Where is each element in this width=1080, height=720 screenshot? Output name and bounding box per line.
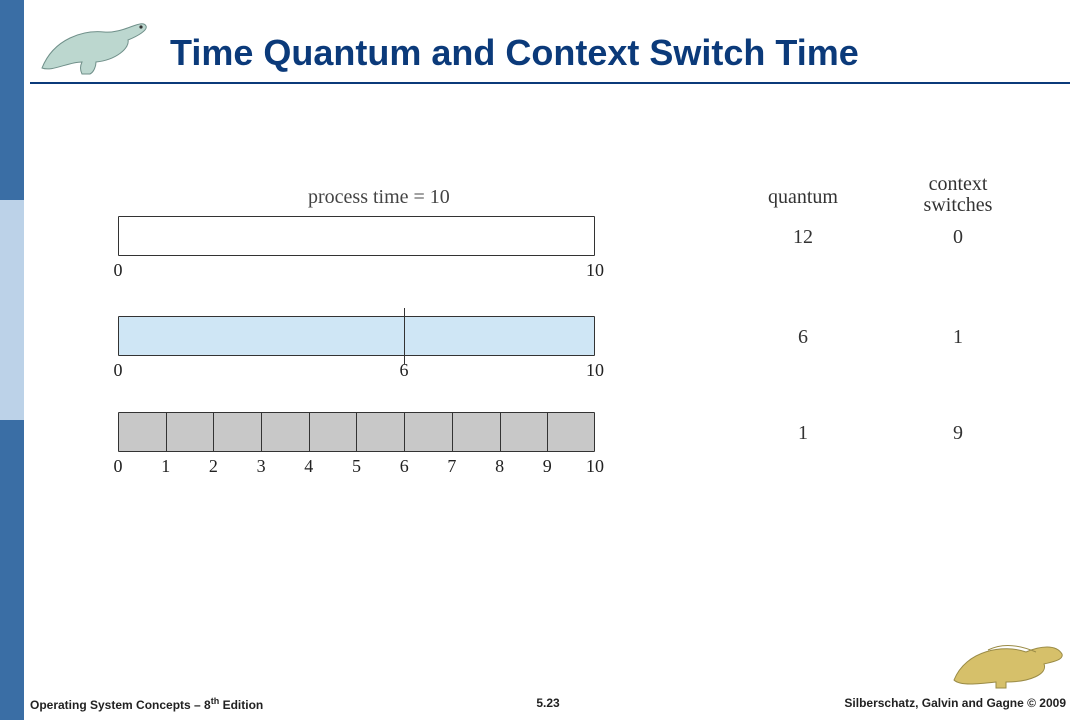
bar-q1 xyxy=(118,412,595,452)
bar-q1-cell xyxy=(119,451,167,489)
bar-q6 xyxy=(118,316,595,356)
tick-7: 7 xyxy=(447,456,456,477)
bar-q1-cell xyxy=(501,413,549,451)
footer-center: 5.23 xyxy=(536,696,559,710)
bar-q1-cell xyxy=(310,413,358,451)
footer: Operating System Concepts – 8th Edition … xyxy=(30,696,1066,714)
bar-q12 xyxy=(118,216,595,256)
tick-5: 5 xyxy=(352,456,361,477)
title-separator xyxy=(30,82,1070,84)
slide-title: Time Quantum and Context Switch Time xyxy=(170,32,859,74)
tick-10: 10 xyxy=(586,360,604,381)
tick-2: 2 xyxy=(209,456,218,477)
quantum-value-1: 1 xyxy=(743,422,863,445)
bar-q1-cell xyxy=(405,413,453,451)
footer-right: Silberschatz, Galvin and Gagne © 2009 xyxy=(844,696,1066,710)
bar-q1-cell xyxy=(262,413,310,451)
tick-0: 0 xyxy=(114,456,123,477)
footer-left: Operating System Concepts – 8th Edition xyxy=(30,696,263,712)
tick-0: 0 xyxy=(114,360,123,381)
side-rail-pale xyxy=(0,200,24,420)
process-time-label: process time = 10 xyxy=(308,186,450,209)
quantum-column-header: quantum xyxy=(743,186,863,209)
tick-4: 4 xyxy=(304,456,313,477)
bar-q1-cell xyxy=(357,413,405,451)
tick-6: 6 xyxy=(400,456,409,477)
context-switches-column-header: context switches xyxy=(903,174,1013,216)
dinosaur-top-left xyxy=(34,8,154,80)
side-rail xyxy=(0,0,24,720)
cs-head-line1: context xyxy=(929,173,988,195)
bar-q1-cell xyxy=(119,413,167,451)
context-switches-value-0: 0 xyxy=(903,226,1013,249)
cs-head-line2: switches xyxy=(924,194,993,216)
tick-9: 9 xyxy=(543,456,552,477)
tick-6: 6 xyxy=(400,360,409,381)
tick-8: 8 xyxy=(495,456,504,477)
context-switches-value-1: 1 xyxy=(903,326,1013,349)
tick-1: 1 xyxy=(161,456,170,477)
context-switches-value-9: 9 xyxy=(903,422,1013,445)
quantum-value-12: 12 xyxy=(743,226,863,249)
tick-3: 3 xyxy=(257,456,266,477)
bar-q1-cell xyxy=(167,413,215,451)
diagram: process time = 10 quantum context switch… xyxy=(118,186,1018,546)
bar-q6-divider xyxy=(404,308,405,364)
footer-left-a: Operating System Concepts – 8 xyxy=(30,698,211,712)
footer-left-b: Edition xyxy=(219,698,263,712)
tick-0: 0 xyxy=(114,260,123,281)
dinosaur-bottom-right xyxy=(948,630,1068,692)
bar-q1-cell xyxy=(453,413,501,451)
tick-10: 10 xyxy=(586,456,604,477)
footer-left-sup: th xyxy=(211,696,220,706)
quantum-value-6: 6 xyxy=(743,326,863,349)
bar-q1-cell xyxy=(214,413,262,451)
tick-10: 10 xyxy=(586,260,604,281)
